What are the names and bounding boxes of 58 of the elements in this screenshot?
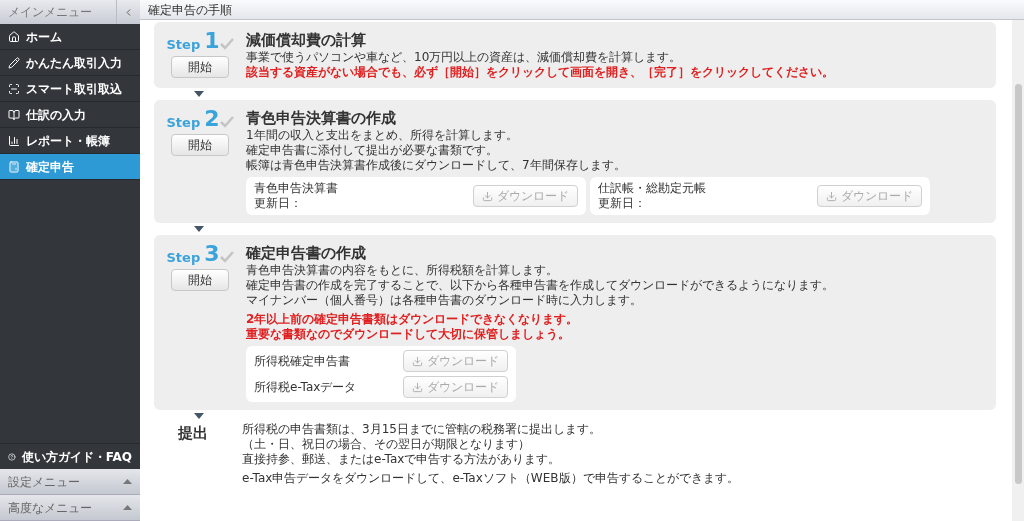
step-description: 1年間の収入と支出をまとめ、所得を計算します。: [246, 128, 519, 143]
check-icon: [219, 251, 234, 263]
warning-text: 2年以上前の確定申告書類はダウンロードできなくなります。: [246, 312, 580, 327]
book-icon: [8, 108, 20, 121]
document-name: 所得税e-Taxデータ: [254, 379, 357, 396]
document-name: 所得税確定申告書: [254, 353, 350, 370]
download-icon: [412, 381, 423, 393]
download-icon: [412, 355, 423, 367]
submit-description: e-Tax申告データをダウンロードして、e-Taxソフト（WEB版）で申告することができます。: [242, 471, 739, 486]
submit-description: （土・日、祝日の場合、その翌日が期限となります）: [242, 437, 531, 452]
scrollbar-thumb[interactable]: [1014, 84, 1022, 484]
check-icon: [219, 38, 234, 50]
down-arrow-icon: [194, 413, 204, 419]
caret-up-icon: [123, 479, 132, 484]
start-button[interactable]: 開始: [171, 56, 229, 78]
step-label: Step: [166, 38, 201, 51]
down-arrow-icon: [194, 226, 204, 232]
step-title: 青色申告決算書の作成: [246, 108, 397, 128]
step-number: 3: [204, 243, 220, 265]
start-button[interactable]: 開始: [171, 269, 229, 291]
sidebar-title: メインメニュー: [7, 4, 93, 21]
step-description: マイナンバー（個人番号）は各種申告書のダウンロード時に入力します。: [246, 293, 643, 308]
scan-icon: [8, 82, 20, 95]
download-icon: [482, 190, 493, 202]
submit-title: 提出: [178, 423, 209, 444]
step-label: Step: [166, 116, 201, 129]
step-label: Step: [166, 251, 201, 264]
step-description: 帳簿は青色申告決算書作成後にダウンロードして、7年間保存します。: [246, 158, 627, 173]
menu-section[interactable]: 設定メニュー: [0, 469, 140, 495]
updated-label: 更新日：: [254, 196, 303, 211]
menu-section[interactable]: 高度なメニュー: [0, 495, 140, 521]
start-button[interactable]: 開始: [171, 134, 229, 156]
updated-label: 更新日：: [598, 196, 647, 211]
page-title: 確定申告の手順: [148, 1, 232, 19]
pencil-icon: [8, 56, 20, 69]
step-description: 事業で使うパソコンや車など、10万円以上の資産は、減価償却費を計算します。: [246, 50, 683, 65]
submit-description: 直接持参、郵送、またはe-Taxで申告する方法があります。: [242, 452, 562, 467]
warning-text: 重要な書類なのでダウンロードして大切に保管しましょう。: [246, 327, 571, 342]
caret-up-icon: [123, 505, 132, 510]
step-description: 確定申告書の作成を完了することで、以下から各種申告書を作成してダウンロードができるようになります。: [246, 278, 835, 293]
document-name: 仕訳帳・総勘定元帳: [598, 181, 706, 196]
check-icon: [219, 116, 234, 128]
help-icon: [8, 450, 16, 463]
home-icon: [8, 30, 20, 43]
submit-description: 所得税の申告書類は、3月15日までに管轄の税務署に提出します。: [242, 422, 602, 437]
step-description: 確定申告書に添付して提出が必要な書類です。: [246, 143, 499, 158]
scrollbar[interactable]: [1012, 20, 1024, 521]
down-arrow-icon: [194, 91, 204, 97]
warning-text: 該当する資産がない場合でも、必ず［開始］をクリックして画面を開き、［完了］をクリックしてください。: [246, 65, 835, 80]
step-title: 確定申告書の作成: [246, 243, 367, 263]
calculator-icon: [8, 160, 20, 173]
step-number: 1: [204, 30, 220, 52]
document-name: 青色申告決算書: [254, 181, 338, 196]
step-description: 青色申告決算書の内容をもとに、所得税額を計算します。: [246, 263, 559, 278]
download-icon: [826, 190, 837, 202]
step-title: 減価償却費の計算: [246, 30, 367, 50]
step-number: 2: [204, 108, 220, 130]
bar-chart-icon: [8, 134, 20, 147]
